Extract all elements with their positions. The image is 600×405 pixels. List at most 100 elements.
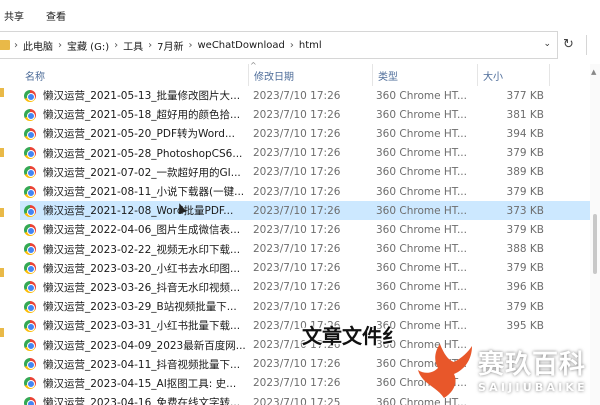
file-size: 379 KB: [506, 300, 544, 313]
column-header: ^ 名称 修改日期 类型 大小: [20, 61, 600, 86]
file-type: 360 Chrome HT...: [376, 243, 467, 256]
file-name-cell[interactable]: 懒汉运营_2023-04-11_抖音视频批量下...: [24, 355, 250, 374]
file-name: 懒汉运营_2023-03-26_抖音无水印视频...: [43, 281, 241, 294]
ribbon-tab-share[interactable]: 共享: [4, 8, 24, 23]
file-date: 2023/7/10 17:26: [253, 281, 341, 294]
column-date-modified[interactable]: 修改日期: [249, 64, 373, 86]
file-name-cell[interactable]: 懒汉运营_2023-03-29_B站视频批量下...: [24, 297, 250, 316]
ribbon-tab-view[interactable]: 查看: [46, 8, 66, 23]
file-name-cell[interactable]: 懒汉运营_2023-03-26_抖音无水印视频...: [24, 278, 250, 297]
chevron-down-icon[interactable]: ⌄: [543, 39, 551, 49]
refresh-icon[interactable]: ↻: [563, 37, 574, 52]
file-size: 396 KB: [506, 281, 544, 294]
chrome-html-icon: [24, 127, 36, 140]
file-row[interactable]: 懒汉运营_2023-02-22_视频无水印下载... 2023/7/10 17:2…: [20, 240, 600, 259]
chrome-html-icon: [24, 89, 36, 102]
file-row[interactable]: 懒汉运营_2021-05-20_PDF转为Word... 2023/7/10 17…: [20, 124, 600, 143]
file-type: 360 Chrome HT...: [376, 108, 467, 121]
address-bar[interactable]: › 此电脑 › 宝藏 (G:) › 工具 › 7月新 › weChatDownl…: [0, 31, 558, 59]
chrome-html-icon: [24, 377, 36, 390]
file-type: 360 Chrome HT...: [376, 223, 467, 236]
file-name-cell[interactable]: 懒汉运营_2021-08-11_小说下载器(一键...: [24, 182, 250, 201]
file-date: 2023/7/10 17:26: [253, 223, 341, 236]
file-size: 389 KB: [506, 166, 544, 179]
breadcrumb-july-new[interactable]: 7月新: [157, 38, 183, 53]
file-row[interactable]: 懒汉运营_2021-07-02_一款超好用的GI... 2023/7/10 17:…: [20, 163, 600, 182]
file-size: 388 KB: [506, 243, 544, 256]
chevron-right-icon[interactable]: ›: [14, 40, 18, 51]
file-type: 360 Chrome HT...: [376, 166, 467, 179]
file-name: 懒汉运营_2023-04-16_免费在线文字转...: [43, 397, 241, 405]
file-row[interactable]: 懒汉运营_2021-05-13_批量修改图片大... 2023/7/10 17:2…: [20, 86, 600, 105]
chevron-right-icon[interactable]: ›: [114, 40, 118, 51]
file-name-cell[interactable]: 懒汉运营_2021-05-20_PDF转为Word...: [24, 124, 250, 143]
chevron-right-icon[interactable]: ›: [290, 40, 294, 51]
file-name-cell[interactable]: 懒汉运营_2023-02-22_视频无水印下载...: [24, 240, 250, 259]
breadcrumb-this-pc[interactable]: 此电脑: [23, 38, 53, 53]
file-name-cell[interactable]: 懒汉运营_2021-07-02_一款超好用的GI...: [24, 163, 250, 182]
toolbar-divider: [586, 35, 587, 55]
watermark-brand-en: SAIJIUBAIKE: [478, 381, 588, 394]
file-size: 395 KB: [506, 319, 544, 332]
chevron-right-icon[interactable]: ›: [58, 40, 62, 51]
navigation-pane-edge: [0, 60, 6, 405]
file-name-cell[interactable]: 懒汉运营_2023-03-31_小红书批量下载...: [24, 316, 250, 335]
folder-icon[interactable]: [0, 88, 4, 97]
file-name-cell[interactable]: 懒汉运营_2022-04-06_图片生成微信表...: [24, 220, 250, 239]
file-row[interactable]: 懒汉运营_2021-05-28_PhotoshopCS6... 2023/7/10…: [20, 144, 600, 163]
scrollbar-thumb[interactable]: [593, 214, 597, 274]
folder-icon[interactable]: [0, 268, 4, 277]
chrome-html-icon: [24, 281, 36, 294]
breadcrumb-wechatdownload[interactable]: weChatDownload: [197, 40, 284, 51]
file-row[interactable]: 懒汉运营_2023-03-29_B站视频批量下... 2023/7/10 17:2…: [20, 297, 600, 316]
chevron-right-icon[interactable]: ›: [148, 40, 152, 51]
breadcrumb-drive-g[interactable]: 宝藏 (G:): [67, 38, 109, 53]
file-row[interactable]: 懒汉运营_2021-12-08_Word批量PDF... 2023/7/10 17…: [20, 201, 600, 221]
address-row: › 此电脑 › 宝藏 (G:) › 工具 › 7月新 › weChatDownl…: [0, 31, 600, 59]
file-name-cell[interactable]: 懒汉运营_2023-04-09_2023最新百度网...: [24, 335, 250, 354]
file-date: 2023/7/10 17:26: [253, 185, 341, 198]
file-date: 2023/7/10 17:26: [253, 89, 341, 102]
file-row[interactable]: 懒汉运营_2021-08-11_小说下载器(一键... 2023/7/10 17:…: [20, 182, 600, 201]
file-name-cell[interactable]: 懒汉运营_2023-04-16_免费在线文字转...: [24, 393, 250, 405]
chrome-html-icon: [24, 223, 36, 236]
file-name-cell[interactable]: 懒汉运营_2023-03-20_小红书去水印图...: [24, 259, 250, 278]
file-name: 懒汉运营_2023-03-20_小红书去水印图...: [43, 262, 241, 275]
file-date: 2023/7/10 17:25: [253, 396, 341, 405]
file-date: 2023/7/10 17:26: [253, 127, 341, 140]
file-name-cell[interactable]: 懒汉运营_2023-04-15_AI抠图工具: 史...: [24, 374, 250, 393]
file-size: 381 KB: [506, 108, 544, 121]
file-name-cell[interactable]: 懒汉运营_2021-05-13_批量修改图片大...: [24, 86, 250, 105]
breadcrumb-tools[interactable]: 工具: [123, 38, 143, 53]
chrome-html-icon: [24, 166, 36, 179]
watermark-logo: 赛玖百科 SAIJIUBAIKE: [414, 336, 600, 405]
file-name-cell[interactable]: 懒汉运营_2021-12-08_Word批量PDF...: [24, 201, 250, 220]
chrome-html-icon: [24, 243, 36, 256]
chrome-html-icon: [24, 185, 36, 198]
folder-icon[interactable]: [0, 328, 4, 337]
folder-icon[interactable]: [0, 148, 4, 157]
file-date: 2023/7/10 17:26: [253, 204, 341, 217]
chevron-right-icon[interactable]: ›: [188, 40, 192, 51]
file-name: 懒汉运营_2023-04-09_2023最新百度网...: [43, 339, 246, 352]
file-name-cell[interactable]: 懒汉运营_2021-05-28_PhotoshopCS6...: [24, 144, 250, 163]
column-type[interactable]: 类型: [373, 64, 478, 86]
file-name: 懒汉运营_2021-05-28_PhotoshopCS6...: [43, 147, 243, 160]
file-date: 2023/7/10 17:26: [253, 377, 341, 390]
file-name: 懒汉运营_2021-05-18_超好用的颜色拾...: [43, 109, 241, 122]
chrome-html-icon: [24, 358, 36, 371]
chrome-html-icon: [24, 147, 36, 160]
folder-icon[interactable]: [0, 208, 4, 217]
file-date: 2023/7/10 17:26: [253, 166, 341, 179]
file-row[interactable]: 懒汉运营_2021-05-18_超好用的颜色拾... 2023/7/10 17:2…: [20, 105, 600, 124]
column-name[interactable]: 名称: [20, 64, 249, 86]
file-name-cell[interactable]: 懒汉运营_2021-05-18_超好用的颜色拾...: [24, 105, 250, 124]
file-row[interactable]: 懒汉运营_2022-04-06_图片生成微信表... 2023/7/10 17:2…: [20, 220, 600, 239]
breadcrumb-html[interactable]: html: [299, 40, 322, 51]
ribbon-tabs: 共享 查看: [0, 0, 600, 30]
file-date: 2023/7/10 17:26: [253, 358, 341, 371]
file-row[interactable]: 懒汉运营_2023-03-20_小红书去水印图... 2023/7/10 17:2…: [20, 259, 600, 278]
scroll-up-icon[interactable]: ▲: [591, 68, 596, 76]
file-row[interactable]: 懒汉运营_2023-03-26_抖音无水印视频... 2023/7/10 17:2…: [20, 278, 600, 297]
column-size[interactable]: 大小: [478, 64, 550, 86]
